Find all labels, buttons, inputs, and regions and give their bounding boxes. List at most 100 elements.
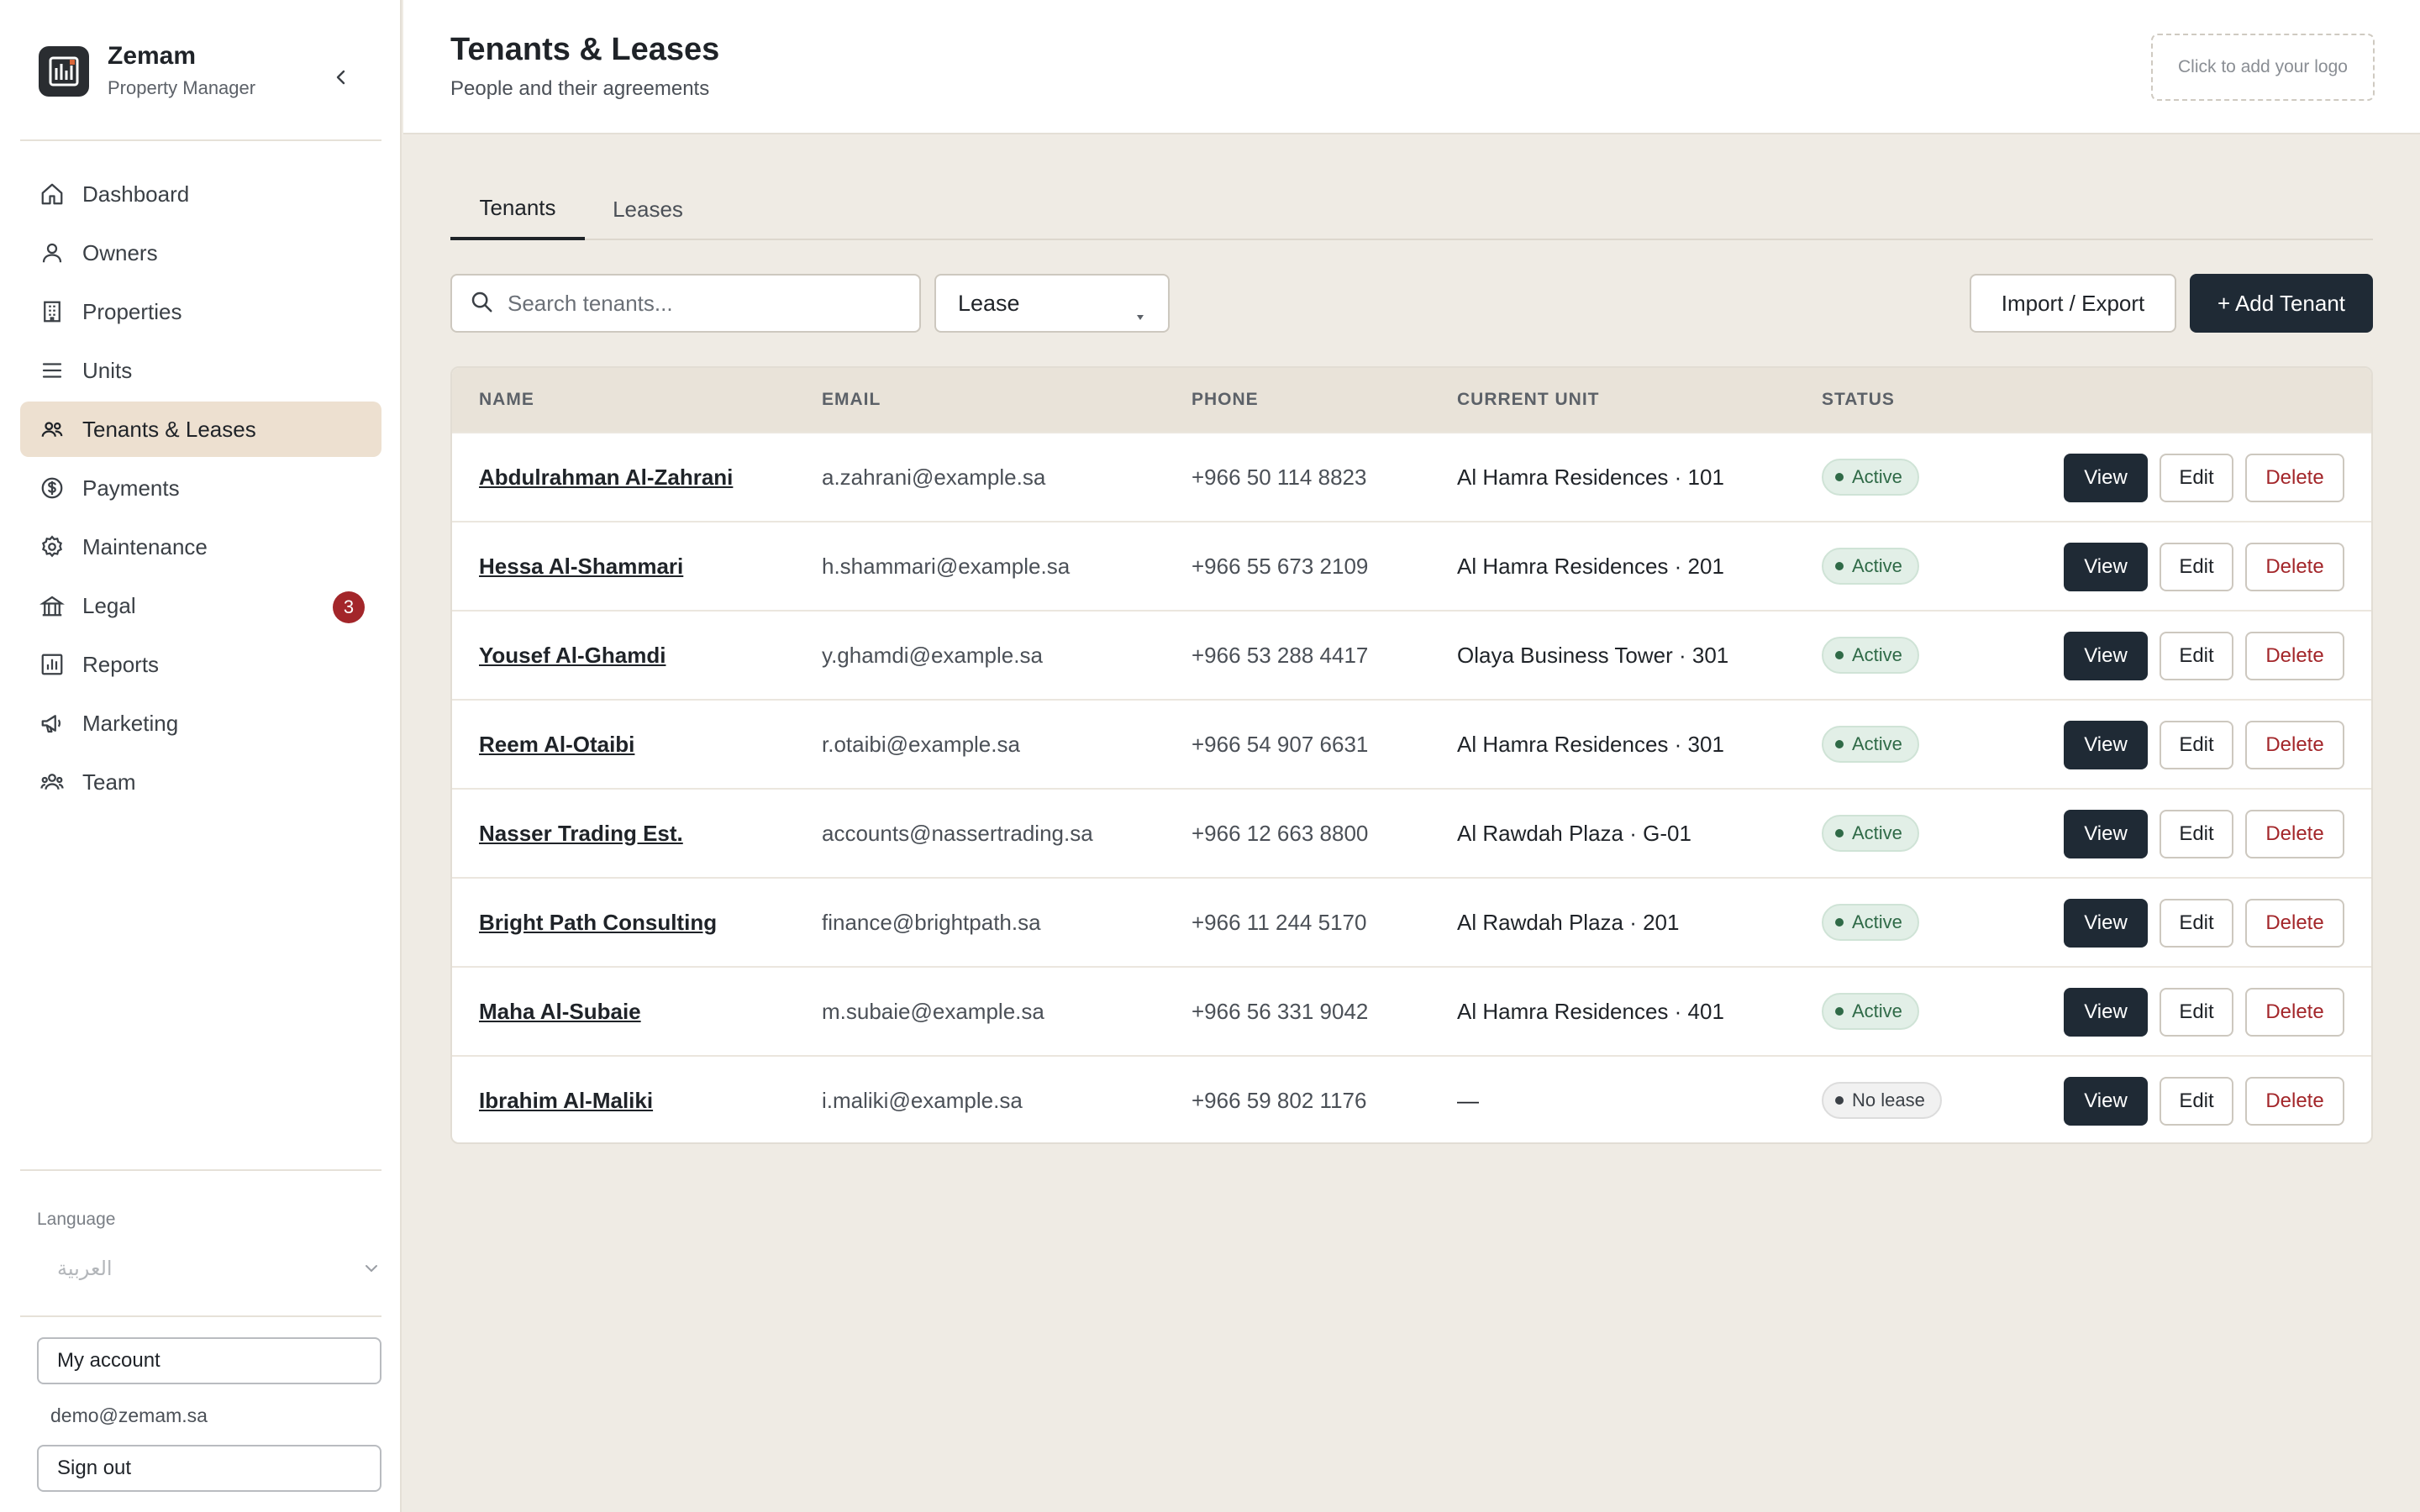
edit-button[interactable]: Edit [2160, 632, 2233, 680]
column-header-status[interactable]: STATUS [1822, 368, 1895, 432]
status-cell: Active [1822, 612, 1919, 699]
table-row: Yousef Al-Ghamdi y.ghamdi@example.sa +966 … [452, 610, 2371, 699]
tenant-phone: +966 54 907 6631 [1192, 731, 1369, 757]
search-input[interactable] [508, 290, 902, 317]
tenant-name-link[interactable]: Maha Al-Subaie [479, 968, 641, 1055]
tenant-name-link[interactable]: Reem Al-Otaibi [479, 701, 634, 788]
status-dot-icon [1835, 1096, 1844, 1105]
brand-logo-icon [39, 46, 89, 97]
status-cell: Active [1822, 433, 1919, 521]
column-header-current-unit[interactable]: CURRENT UNIT [1457, 368, 1600, 432]
search-box [450, 274, 921, 333]
delete-button[interactable]: Delete [2245, 721, 2344, 769]
tenant-name-link[interactable]: Nasser Trading Est. [479, 790, 683, 877]
column-header-phone[interactable]: PHONE [1192, 368, 1259, 432]
view-button[interactable]: View [2064, 899, 2148, 948]
tenant-name-link[interactable]: Hessa Al-Shammari [479, 522, 683, 610]
tenant-name-link[interactable]: Abdulrahman Al-Zahrani [479, 433, 733, 521]
delete-button[interactable]: Delete [2245, 543, 2344, 591]
table-header: NAME EMAIL PHONE CURRENT UNIT STATUS [452, 368, 2371, 432]
status-label: Active [1852, 555, 1902, 576]
sidebar-item-units[interactable]: Units [20, 343, 381, 398]
language-value: العربية [57, 1257, 113, 1280]
view-button[interactable]: View [2064, 454, 2148, 502]
status-cell: Active [1822, 522, 1919, 610]
tab-tenants[interactable]: Tenants [450, 178, 585, 240]
collapse-sidebar-button[interactable] [323, 59, 360, 96]
tenant-unit: — [1457, 1087, 1479, 1113]
delete-button[interactable]: Delete [2245, 454, 2344, 502]
table-row: Hessa Al-Shammari h.shammari@example.sa +9… [452, 521, 2371, 610]
sidebar-item-team[interactable]: Team [20, 754, 381, 810]
status-dot-icon [1835, 918, 1844, 927]
view-button[interactable]: View [2064, 543, 2148, 591]
column-header-email[interactable]: EMAIL [822, 368, 881, 432]
edit-button[interactable]: Edit [2160, 1077, 2233, 1126]
status-badge: Active [1822, 637, 1919, 674]
view-button[interactable]: View [2064, 721, 2148, 769]
delete-button[interactable]: Delete [2245, 810, 2344, 858]
add-logo-button[interactable]: Click to add your logo [2151, 34, 2375, 101]
edit-button[interactable]: Edit [2160, 543, 2233, 591]
edit-button[interactable]: Edit [2160, 454, 2233, 502]
sidebar-item-label: Team [82, 769, 136, 795]
row-actions: View Edit Delete [2064, 543, 2344, 591]
tenant-email: accounts@nassertrading.sa [822, 820, 1093, 846]
tenant-name-link[interactable]: Bright Path Consulting [479, 879, 717, 966]
status-label: Active [1852, 1000, 1902, 1021]
sidebar-item-payments[interactable]: Payments [20, 460, 381, 516]
view-button[interactable]: View [2064, 988, 2148, 1037]
tenant-phone: +966 55 673 2109 [1192, 553, 1369, 579]
sidebar-divider [20, 1169, 381, 1171]
sidebar-item-owners[interactable]: Owners [20, 225, 381, 281]
sidebar-item-legal[interactable]: Legal 3 [20, 578, 381, 633]
add-tenant-button[interactable]: + Add Tenant [2190, 274, 2373, 333]
view-button[interactable]: View [2064, 810, 2148, 858]
tenant-name-link[interactable]: Yousef Al-Ghamdi [479, 612, 666, 699]
edit-button[interactable]: Edit [2160, 810, 2233, 858]
tenant-phone: +966 12 663 8800 [1192, 820, 1369, 846]
tenant-email: y.ghamdi@example.sa [822, 642, 1043, 668]
sidebar-item-dashboard[interactable]: Dashboard [20, 166, 381, 222]
chart-icon [39, 651, 66, 678]
sidebar-item-tenants-leases[interactable]: Tenants & Leases [20, 402, 381, 457]
delete-button[interactable]: Delete [2245, 1077, 2344, 1126]
status-badge: Active [1822, 815, 1919, 852]
search-icon [469, 289, 494, 318]
status-label: Active [1852, 733, 1902, 754]
language-select[interactable]: العربية [37, 1250, 381, 1287]
sign-out-button[interactable]: Sign out [37, 1445, 381, 1492]
sidebar-item-properties[interactable]: Properties [20, 284, 381, 339]
edit-button[interactable]: Edit [2160, 721, 2233, 769]
edit-button[interactable]: Edit [2160, 988, 2233, 1037]
view-button[interactable]: View [2064, 632, 2148, 680]
import-export-button[interactable]: Import / Export [1970, 274, 2176, 333]
legal-count-badge: 3 [333, 591, 365, 623]
brand-name: Zemam [108, 42, 197, 70]
delete-button[interactable]: Delete [2245, 632, 2344, 680]
tab-leases[interactable]: Leases [585, 178, 711, 240]
delete-button[interactable]: Delete [2245, 988, 2344, 1037]
sidebar-item-maintenance[interactable]: Maintenance [20, 519, 381, 575]
status-dot-icon [1835, 740, 1844, 748]
row-actions: View Edit Delete [2064, 721, 2344, 769]
column-header-name[interactable]: NAME [479, 368, 534, 432]
sidebar-item-reports[interactable]: Reports [20, 637, 381, 692]
tenant-unit: Al Rawdah Plaza · 201 [1457, 909, 1680, 935]
tenant-email: h.shammari@example.sa [822, 553, 1071, 579]
my-account-button[interactable]: My account [37, 1337, 381, 1384]
row-actions: View Edit Delete [2064, 1077, 2344, 1126]
sidebar-item-label: Payments [82, 475, 180, 501]
lease-filter-select[interactable]: Lease [934, 274, 1170, 333]
list-icon [39, 357, 66, 384]
status-badge: Active [1822, 904, 1919, 941]
tenant-name-link[interactable]: Ibrahim Al-Maliki [479, 1057, 653, 1142]
dollar-icon [39, 475, 66, 501]
status-cell: Active [1822, 879, 1919, 966]
edit-button[interactable]: Edit [2160, 899, 2233, 948]
status-badge: No lease [1822, 1082, 1942, 1119]
view-button[interactable]: View [2064, 1077, 2148, 1126]
delete-button[interactable]: Delete [2245, 899, 2344, 948]
sidebar-item-marketing[interactable]: Marketing [20, 696, 381, 751]
page-header: Tenants & Leases People and their agreem… [403, 0, 2420, 134]
